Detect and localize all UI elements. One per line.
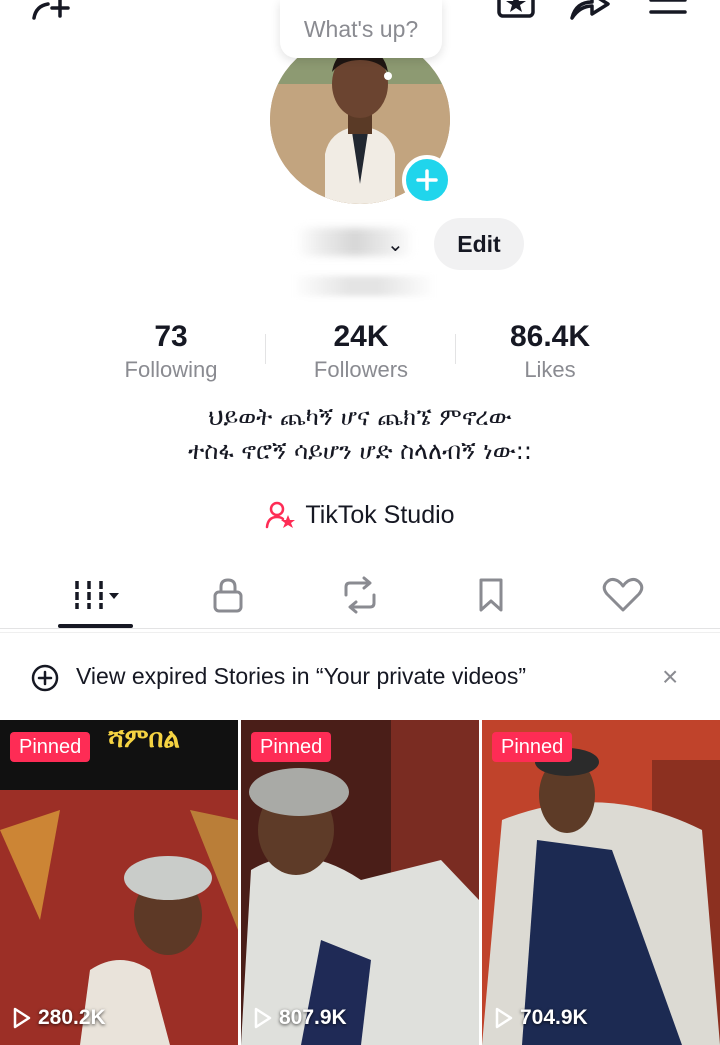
grid-icon [75,581,119,609]
lock-icon [213,578,243,613]
edit-profile-button[interactable]: Edit [434,218,524,270]
stat-label: Followers [313,357,409,382]
video-thumbnail[interactable]: ሻምበል Pinned 280.2K [0,720,238,1045]
video-thumbnail-image [0,720,238,1045]
play-icon [495,1007,513,1029]
menu-icon[interactable] [648,0,688,22]
favorites-icon[interactable] [496,0,538,22]
stat-likes[interactable]: 86.4K Likes [455,318,645,384]
profile-tabs [0,565,720,629]
chevron-down-icon[interactable]: ⌄ [387,232,404,257]
profile-stats: 73 Following 24K Followers 86.4K Likes [0,318,720,388]
video-thumbnail-image [482,720,720,1045]
add-user-icon[interactable] [30,0,78,22]
video-thumbnail[interactable]: Pinned 807.9K [241,720,479,1045]
active-tab-indicator [58,624,133,628]
tab-private[interactable] [190,565,266,625]
profile-bio: ህይወት ጨካኝ ሆና ጨክኜ ምኖረው ተስፋ ኖሮኝ ሳይሆን ሆድ ስላለ… [0,400,720,468]
view-count-text: 280.2K [38,1006,106,1029]
bio-line: ተስፋ ኖሮኝ ሳይሆን ሆድ ስላለብኝ ነው:: [188,437,532,465]
handle-redacted [292,276,436,296]
video-thumbnail-image [241,720,479,1045]
share-icon[interactable] [566,0,614,22]
plus-icon [416,169,438,191]
status-note-bubble[interactable]: What's up? [280,0,442,58]
stat-following[interactable]: 73 Following [76,318,266,384]
stat-followers[interactable]: 24K Followers [266,318,456,384]
add-story-icon [31,664,59,692]
stat-value: 24K [333,320,389,353]
username-row: ⌄ Edit [0,218,720,272]
pinned-badge: Pinned [251,732,332,762]
stat-label: Following [124,357,218,382]
view-count-text: 807.9K [279,1006,347,1029]
status-note-text: What's up? [303,15,419,42]
play-icon [254,1007,272,1029]
tab-reposts[interactable] [322,565,398,625]
tiktok-studio-icon [266,501,296,529]
notice-text: View expired Stories in “Your private vi… [76,663,527,689]
expired-stories-notice[interactable]: View expired Stories in “Your private vi… [0,632,720,720]
video-thumbnail[interactable]: Pinned 704.9K [482,720,720,1045]
video-caption: ሻምበል [108,724,180,754]
view-count: 807.9K [253,1006,347,1030]
tab-liked[interactable] [585,565,661,625]
view-count-text: 704.9K [520,1006,588,1029]
tab-videos[interactable] [57,565,133,625]
add-avatar-button[interactable] [402,155,452,205]
pinned-badge: Pinned [492,732,573,762]
close-icon[interactable]: × [662,661,678,693]
profile-page: What's up? ⌄ Edit 73 Following 24K Follo… [0,0,720,1045]
bio-line: ህይወት ጨካኝ ሆና ጨክኜ ምኖረው [208,403,512,431]
pinned-badge: Pinned [10,732,91,762]
play-icon [13,1007,31,1029]
stat-value: 73 [154,320,188,353]
tiktok-studio-link[interactable]: TikTok Studio [0,498,720,532]
video-grid: ሻምበል Pinned 280.2K Pinned 807.9K Pinned … [0,720,720,1045]
tab-favorites[interactable] [453,565,529,625]
stat-value: 86.4K [509,320,591,353]
view-count: 280.2K [12,1006,106,1030]
bookmark-icon [479,578,503,612]
heart-icon [602,577,644,612]
repost-icon [344,576,376,614]
view-count: 704.9K [494,1006,588,1030]
stat-label: Likes [524,357,576,382]
tiktok-studio-label: TikTok Studio [305,500,455,529]
